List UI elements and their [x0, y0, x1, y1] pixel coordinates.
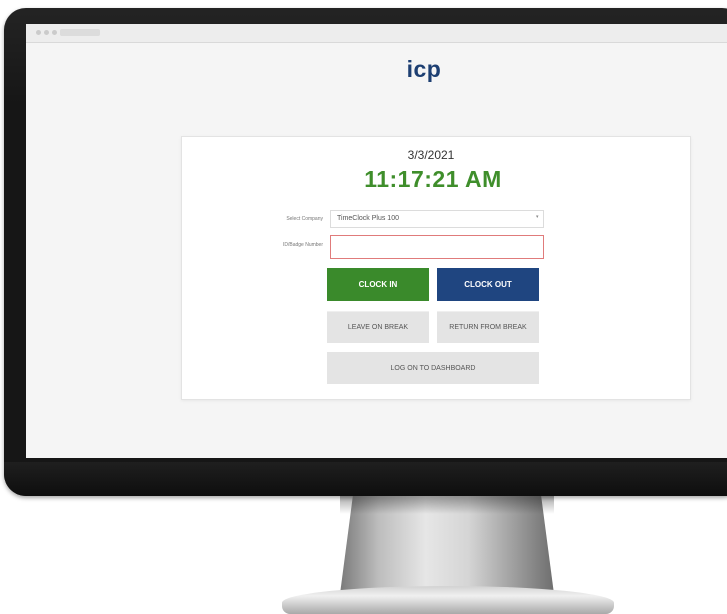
company-select[interactable]: TimeClock Plus 100 [330, 210, 544, 228]
monitor-stand-base [282, 586, 614, 614]
monitor-chin [4, 462, 727, 496]
stand-shadow [340, 496, 554, 514]
current-time: 11:17:21 AM [364, 166, 502, 192]
chevron-down-icon[interactable]: ▾ [536, 214, 539, 220]
browser-toolbar [26, 24, 727, 43]
current-date: 3/3/2021 [407, 148, 455, 162]
clock-in-button[interactable]: CLOCK IN [327, 268, 429, 301]
return-from-break-button[interactable]: RETURN FROM BREAK [437, 311, 539, 343]
clock-out-button[interactable]: CLOCK OUT [437, 268, 539, 301]
id-badge-label: ID/Badge Number [282, 242, 323, 248]
leave-on-break-button[interactable]: LEAVE ON BREAK [327, 311, 429, 343]
window-controls [36, 30, 57, 35]
icp-logo: icp [406, 56, 442, 82]
window-dot-icon[interactable] [52, 30, 57, 35]
window-dot-icon[interactable] [44, 30, 49, 35]
company-select-value: TimeClock Plus 100 [337, 215, 399, 222]
address-bar[interactable] [60, 29, 100, 36]
window-dot-icon[interactable] [36, 30, 41, 35]
log-on-dashboard-button[interactable]: LOG ON TO DASHBOARD [327, 352, 539, 384]
id-badge-input[interactable] [330, 235, 544, 259]
company-label: Select Company [286, 216, 323, 222]
